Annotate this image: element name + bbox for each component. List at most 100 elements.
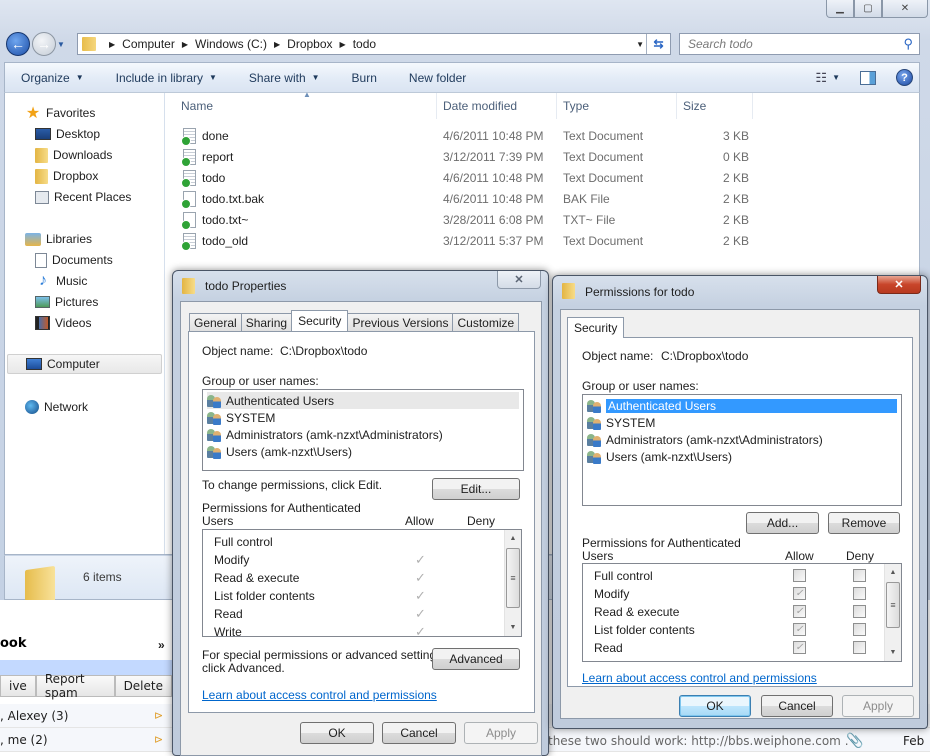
user-list[interactable]: Authenticated Users SYSTEM Administrator… bbox=[202, 389, 524, 471]
views-dropdown[interactable]: ▼ bbox=[832, 73, 840, 82]
user-list[interactable]: Authenticated Users SYSTEM Administrator… bbox=[582, 394, 902, 506]
apply-button[interactable]: Apply bbox=[464, 722, 538, 744]
tab-previous-versions[interactable]: Previous Versions bbox=[347, 313, 454, 331]
allow-checkbox[interactable] bbox=[793, 569, 806, 582]
deny-checkbox[interactable] bbox=[853, 587, 866, 600]
preview-pane-icon[interactable] bbox=[860, 70, 876, 85]
allow-checkbox-checked[interactable]: ✓ bbox=[793, 605, 806, 618]
nav-network[interactable]: Network bbox=[25, 397, 88, 417]
scroll-thumb[interactable]: ≡ bbox=[506, 548, 520, 608]
ok-button[interactable]: OK bbox=[679, 695, 751, 717]
refresh-button[interactable]: ⇆ bbox=[646, 34, 670, 54]
address-bar[interactable]: ▶ Computer ▶ Windows (C:) ▶ Dropbox ▶ to… bbox=[77, 33, 671, 55]
allow-checkbox-checked[interactable]: ✓ bbox=[793, 641, 806, 654]
nav-computer[interactable]: Computer bbox=[7, 354, 162, 374]
column-header-name[interactable]: Name bbox=[175, 93, 437, 119]
file-row[interactable]: report 3/12/2011 7:39 PM Text Document 0 KB bbox=[165, 146, 765, 167]
cancel-button[interactable]: Cancel bbox=[761, 695, 833, 717]
user-item[interactable]: Users (amk-nzxt\Users) bbox=[587, 448, 897, 465]
cancel-button[interactable]: Cancel bbox=[382, 722, 456, 744]
nav-pictures[interactable]: Pictures bbox=[35, 292, 98, 312]
scrollbar[interactable]: ▲ ≡ ▼ bbox=[884, 564, 901, 661]
view-details-icon[interactable]: ☷ bbox=[815, 70, 827, 86]
breadcrumb-windows-c[interactable]: Windows (C:) bbox=[195, 37, 267, 51]
tab-security[interactable]: Security bbox=[567, 317, 625, 338]
share-with-button[interactable]: Share with ▼ bbox=[233, 63, 336, 92]
delete-button[interactable]: Delete bbox=[114, 675, 172, 697]
scroll-down-icon[interactable]: ▼ bbox=[885, 644, 901, 661]
deny-checkbox[interactable] bbox=[853, 569, 866, 582]
forward-button[interactable]: → bbox=[32, 32, 56, 56]
more-icon[interactable]: » bbox=[158, 638, 165, 652]
file-row[interactable]: todo_old 3/12/2011 5:37 PM Text Document 2 … bbox=[165, 230, 765, 251]
learn-access-control-link[interactable]: Learn about access control and permissio… bbox=[202, 688, 437, 702]
deny-checkbox[interactable] bbox=[853, 605, 866, 618]
nav-recent-places[interactable]: Recent Places bbox=[35, 187, 131, 207]
remove-button[interactable]: Remove bbox=[828, 512, 900, 534]
user-item-selected[interactable]: Authenticated Users bbox=[587, 397, 897, 414]
nav-downloads[interactable]: Downloads bbox=[35, 145, 112, 165]
search-input[interactable]: Search todo ⚲ bbox=[679, 33, 920, 55]
scroll-up-icon[interactable]: ▲ bbox=[505, 530, 521, 547]
archive-button[interactable]: ive bbox=[0, 675, 36, 697]
report-spam-button[interactable]: Report spam bbox=[35, 672, 115, 700]
help-icon[interactable]: ? bbox=[896, 69, 913, 86]
breadcrumb-dropbox[interactable]: Dropbox bbox=[287, 37, 332, 51]
chevron-right-icon[interactable]: ▶ bbox=[109, 40, 115, 49]
advanced-button[interactable]: Advanced bbox=[432, 648, 520, 670]
nav-desktop[interactable]: Desktop bbox=[35, 124, 100, 144]
important-marker-icon[interactable]: ⊳ bbox=[154, 733, 163, 746]
back-button[interactable]: ← bbox=[6, 32, 30, 56]
important-marker-icon[interactable]: ⊳ bbox=[154, 709, 163, 722]
nav-videos[interactable]: Videos bbox=[35, 313, 91, 333]
scrollbar[interactable]: ▲ ≡ ▼ bbox=[504, 530, 521, 636]
edit-button[interactable]: Edit... bbox=[432, 478, 520, 500]
new-folder-button[interactable]: New folder bbox=[393, 63, 482, 92]
breadcrumb-todo[interactable]: todo bbox=[353, 37, 376, 51]
deny-checkbox[interactable] bbox=[853, 623, 866, 636]
minimize-button[interactable]: ▁ bbox=[826, 0, 854, 18]
file-row[interactable]: todo 4/6/2011 10:48 PM Text Document 2 KB bbox=[165, 167, 765, 188]
organize-button[interactable]: Organize ▼ bbox=[5, 63, 100, 92]
column-header-size[interactable]: Size bbox=[677, 93, 753, 119]
tab-security[interactable]: Security bbox=[291, 310, 349, 331]
close-button[interactable]: ✕ bbox=[497, 271, 541, 289]
chevron-right-icon[interactable]: ▶ bbox=[182, 40, 188, 49]
user-item[interactable]: Administrators (amk-nzxt\Administrators) bbox=[587, 431, 897, 448]
user-item[interactable]: SYSTEM bbox=[207, 409, 519, 426]
chevron-right-icon[interactable]: ▶ bbox=[340, 40, 346, 49]
apply-button[interactable]: Apply bbox=[842, 695, 914, 717]
user-item[interactable]: SYSTEM bbox=[587, 414, 897, 431]
allow-checkbox-checked[interactable]: ✓ bbox=[793, 587, 806, 600]
column-header-date[interactable]: Date modified bbox=[437, 93, 557, 119]
column-header-type[interactable]: Type bbox=[557, 93, 677, 119]
learn-access-control-link[interactable]: Learn about access control and permissio… bbox=[582, 671, 817, 685]
add-button[interactable]: Add... bbox=[746, 512, 819, 534]
file-row[interactable]: todo.txt.bak 4/6/2011 10:48 PM BAK File 2 K… bbox=[165, 188, 765, 209]
close-button[interactable]: ✕ bbox=[882, 0, 928, 18]
scroll-up-icon[interactable]: ▲ bbox=[885, 564, 901, 581]
scroll-thumb[interactable]: ≡ bbox=[886, 582, 900, 628]
tab-sharing[interactable]: Sharing bbox=[240, 313, 293, 331]
tab-general[interactable]: General bbox=[189, 313, 242, 331]
allow-checkbox-checked[interactable]: ✓ bbox=[793, 623, 806, 636]
search-icon[interactable]: ⚲ bbox=[903, 36, 913, 52]
user-item[interactable]: Administrators (amk-nzxt\Administrators) bbox=[207, 426, 519, 443]
burn-button[interactable]: Burn bbox=[336, 63, 393, 92]
maximize-button[interactable]: ▢ bbox=[854, 0, 882, 18]
nav-dropbox[interactable]: Dropbox bbox=[35, 166, 98, 186]
nav-music[interactable]: ♪ Music bbox=[35, 271, 87, 291]
close-button[interactable]: ✕ bbox=[877, 276, 921, 294]
address-dropdown[interactable]: ▼ bbox=[636, 40, 644, 49]
file-row[interactable]: todo.txt~ 3/28/2011 6:08 PM TXT~ File 2 KB bbox=[165, 209, 765, 230]
breadcrumb-computer[interactable]: Computer bbox=[122, 37, 175, 51]
nav-libraries[interactable]: Libraries bbox=[25, 229, 92, 249]
file-row[interactable]: done 4/6/2011 10:48 PM Text Document 3 KB bbox=[165, 125, 765, 146]
recent-pages-dropdown[interactable]: ▼ bbox=[57, 40, 65, 49]
user-item[interactable]: Authenticated Users bbox=[207, 392, 519, 409]
scroll-down-icon[interactable]: ▼ bbox=[505, 619, 521, 636]
user-item[interactable]: Users (amk-nzxt\Users) bbox=[207, 443, 519, 460]
deny-checkbox[interactable] bbox=[853, 641, 866, 654]
tab-customize[interactable]: Customize bbox=[452, 313, 520, 331]
nav-documents[interactable]: Documents bbox=[35, 250, 113, 270]
